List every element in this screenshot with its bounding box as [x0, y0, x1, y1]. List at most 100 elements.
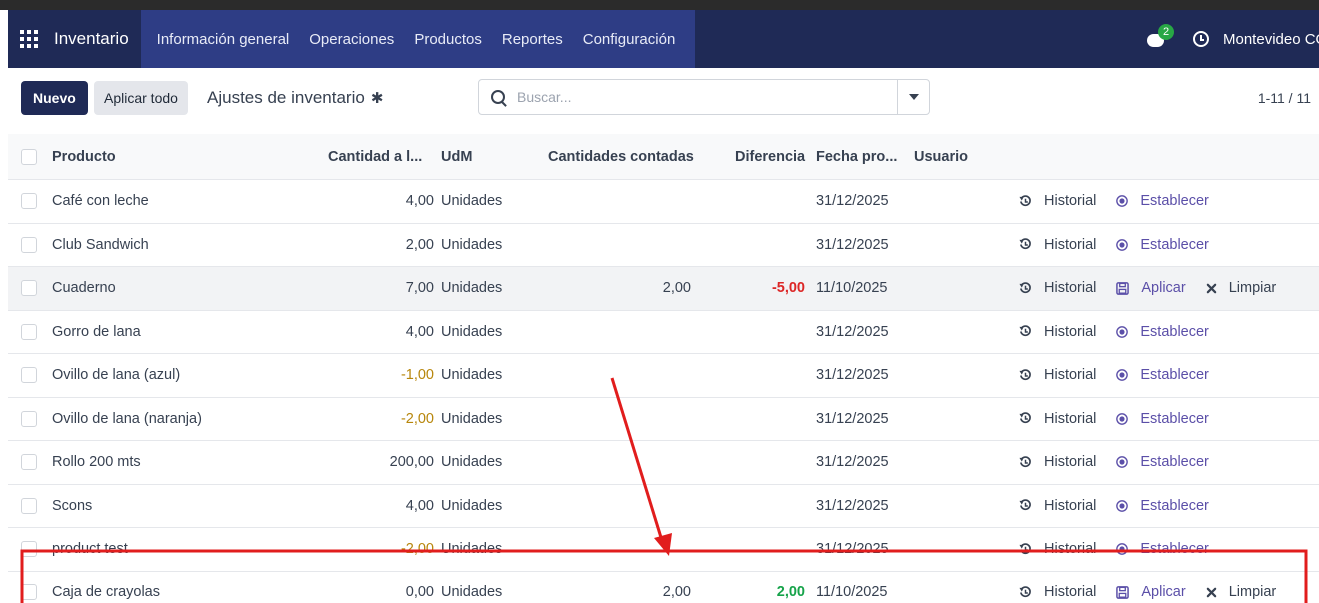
set-button[interactable]: Establecer	[1116, 193, 1209, 209]
row-checkbox[interactable]	[21, 323, 37, 340]
menu-reportes[interactable]: Reportes	[492, 31, 573, 48]
cell-product[interactable]: Rollo 200 mts	[52, 441, 141, 484]
table-row[interactable]: Ovillo de lana (naranja) -2,00 Unidades 31/…	[8, 397, 1319, 441]
apply-button[interactable]: Aplicar	[1116, 280, 1186, 296]
set-button[interactable]: Establecer	[1116, 541, 1209, 557]
set-button[interactable]: Establecer	[1116, 411, 1209, 427]
chat-icon[interactable]: 2	[1147, 24, 1174, 48]
menu-operaciones[interactable]: Operaciones	[299, 31, 404, 48]
cell-quantity[interactable]: 7,00	[308, 267, 434, 310]
history-button[interactable]: Historial	[1019, 324, 1096, 340]
cell-counted[interactable]	[528, 398, 691, 441]
row-checkbox[interactable]	[21, 193, 37, 210]
set-button[interactable]: Establecer	[1116, 498, 1209, 514]
header-counted[interactable]: Cantidades contadas	[548, 134, 694, 179]
table-row[interactable]: product test -2,00 Unidades 31/12/2025 Histo…	[8, 528, 1319, 572]
cell-quantity[interactable]: 4,00	[308, 180, 434, 223]
row-checkbox[interactable]	[21, 410, 37, 427]
cell-quantity[interactable]: -1,00	[308, 354, 434, 397]
cell-quantity[interactable]: 4,00	[308, 311, 434, 354]
cell-quantity[interactable]: -2,00	[308, 528, 434, 571]
row-checkbox[interactable]	[21, 584, 37, 600]
history-button[interactable]: Historial	[1019, 237, 1096, 253]
search-options-toggle[interactable]	[897, 80, 929, 114]
history-button[interactable]: Historial	[1019, 411, 1096, 427]
cell-product[interactable]: product test	[52, 528, 128, 571]
gear-icon[interactable]: ✱	[371, 89, 384, 107]
history-button[interactable]: Historial	[1019, 193, 1096, 209]
cell-date[interactable]: 31/12/2025	[816, 398, 889, 441]
cell-udm[interactable]: Unidades	[441, 267, 502, 310]
pager-value[interactable]: 1-11 / 11	[1258, 90, 1311, 106]
row-checkbox[interactable]	[21, 541, 37, 558]
header-quantity[interactable]: Cantidad a l...	[328, 134, 422, 179]
table-row[interactable]: Rollo 200 mts 200,00 Unidades 31/12/2025 His…	[8, 441, 1319, 485]
header-udm[interactable]: UdM	[441, 134, 472, 179]
search-input[interactable]	[517, 89, 897, 105]
cell-product[interactable]: Club Sandwich	[52, 224, 149, 267]
cell-date[interactable]: 11/10/2025	[816, 267, 888, 310]
history-button[interactable]: Historial	[1019, 584, 1096, 600]
cell-quantity[interactable]: 200,00	[308, 441, 434, 484]
history-button[interactable]: Historial	[1019, 541, 1096, 557]
table-row[interactable]: Cuaderno 7,00 Unidades 2,00 -5,00 11/10/2025 H…	[8, 267, 1319, 311]
cell-product[interactable]: Ovillo de lana (azul)	[52, 354, 180, 397]
cell-product[interactable]: Cuaderno	[52, 267, 116, 310]
history-button[interactable]: Historial	[1019, 367, 1096, 383]
select-all-checkbox[interactable]	[21, 148, 37, 165]
clear-button[interactable]: Limpiar	[1206, 584, 1276, 600]
cell-udm[interactable]: Unidades	[441, 398, 502, 441]
cell-date[interactable]: 31/12/2025	[816, 311, 889, 354]
new-button[interactable]: Nuevo	[21, 81, 88, 115]
set-button[interactable]: Establecer	[1116, 324, 1209, 340]
cell-quantity[interactable]: 4,00	[308, 485, 434, 528]
cell-counted[interactable]	[528, 528, 691, 571]
cell-counted[interactable]	[528, 224, 691, 267]
history-button[interactable]: Historial	[1019, 454, 1096, 470]
history-button[interactable]: Historial	[1019, 498, 1096, 514]
cell-product[interactable]: Caja de crayolas	[52, 572, 160, 603]
set-button[interactable]: Establecer	[1116, 237, 1209, 253]
set-button[interactable]: Establecer	[1116, 367, 1209, 383]
cell-udm[interactable]: Unidades	[441, 311, 502, 354]
set-button[interactable]: Establecer	[1116, 454, 1209, 470]
apps-grid-icon[interactable]	[20, 30, 38, 48]
cell-counted[interactable]	[528, 180, 691, 223]
app-brand[interactable]: Inventario	[54, 29, 129, 49]
cell-date[interactable]: 31/12/2025	[816, 441, 889, 484]
cell-date[interactable]: 31/12/2025	[816, 485, 889, 528]
cell-quantity[interactable]: 2,00	[308, 224, 434, 267]
apply-all-button[interactable]: Aplicar todo	[94, 81, 188, 115]
cell-date[interactable]: 11/10/2025	[816, 572, 888, 603]
table-row[interactable]: Club Sandwich 2,00 Unidades 31/12/2025 Histo…	[8, 223, 1319, 267]
cell-product[interactable]: Gorro de lana	[52, 311, 141, 354]
clear-button[interactable]: Limpiar	[1206, 280, 1276, 296]
menu-informacion-general[interactable]: Información general	[147, 31, 300, 48]
company-switcher[interactable]: Montevideo CO	[1223, 31, 1319, 48]
header-date[interactable]: Fecha pro...	[816, 134, 897, 179]
row-checkbox[interactable]	[21, 367, 37, 384]
clock-icon[interactable]	[1193, 31, 1209, 47]
cell-product[interactable]: Café con leche	[52, 180, 149, 223]
cell-udm[interactable]: Unidades	[441, 354, 502, 397]
cell-date[interactable]: 31/12/2025	[816, 528, 889, 571]
cell-counted[interactable]: 2,00	[528, 267, 691, 310]
cell-quantity[interactable]: -2,00	[308, 398, 434, 441]
cell-udm[interactable]: Unidades	[441, 224, 502, 267]
table-row[interactable]: Scons 4,00 Unidades 31/12/2025 Historial Esta…	[8, 484, 1319, 528]
cell-counted[interactable]	[528, 311, 691, 354]
table-row[interactable]: Café con leche 4,00 Unidades 31/12/2025 Hist…	[8, 180, 1319, 224]
row-checkbox[interactable]	[21, 497, 37, 514]
table-row[interactable]: Gorro de lana 4,00 Unidades 31/12/2025 Histo…	[8, 310, 1319, 354]
header-difference[interactable]: Diferencia	[735, 134, 805, 179]
cell-date[interactable]: 31/12/2025	[816, 224, 889, 267]
cell-udm[interactable]: Unidades	[441, 528, 502, 571]
header-user[interactable]: Usuario	[914, 134, 968, 179]
menu-productos[interactable]: Productos	[404, 31, 492, 48]
cell-product[interactable]: Scons	[52, 485, 92, 528]
table-row[interactable]: Caja de crayolas 0,00 Unidades 2,00 2,00 11/1…	[8, 571, 1319, 603]
cell-udm[interactable]: Unidades	[441, 180, 502, 223]
cell-date[interactable]: 31/12/2025	[816, 354, 889, 397]
cell-udm[interactable]: Unidades	[441, 572, 502, 603]
header-product[interactable]: Producto	[52, 134, 116, 179]
